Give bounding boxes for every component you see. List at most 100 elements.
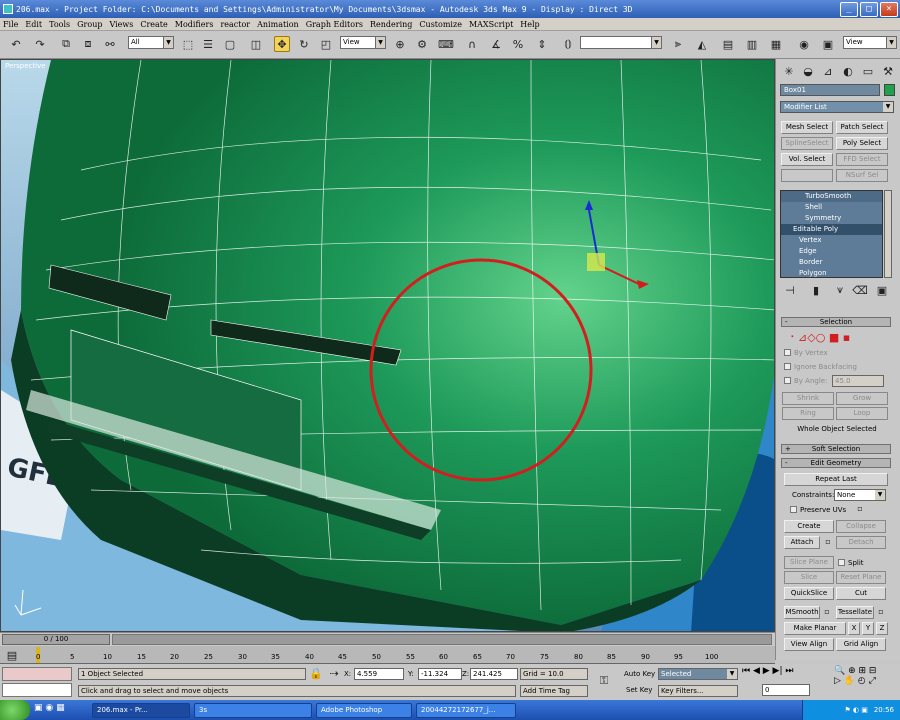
stack-item-symmetry[interactable]: Symmetry bbox=[781, 213, 882, 224]
grid-align-button[interactable]: Grid Align bbox=[836, 638, 886, 651]
menu-customize[interactable]: Customize bbox=[419, 20, 462, 29]
absolute-transform-icon[interactable]: ⇢ bbox=[326, 665, 342, 681]
stack-item-border[interactable]: Border bbox=[781, 257, 882, 268]
maxscript-output-mini[interactable] bbox=[2, 683, 72, 697]
menu-edit[interactable]: Edit bbox=[25, 20, 42, 29]
menu-animation[interactable]: Animation bbox=[257, 20, 299, 29]
stack-item-turbosmooth[interactable]: TurboSmooth bbox=[781, 191, 882, 202]
edit-geometry-rollout[interactable]: - Edit Geometry bbox=[781, 458, 891, 468]
utilities-tab-icon[interactable]: ⚒ bbox=[880, 63, 896, 79]
modifier-list-dropdown[interactable]: Modifier List ▼ bbox=[780, 101, 894, 113]
stack-item-shell[interactable]: Shell bbox=[781, 202, 882, 213]
layer-manager-icon[interactable]: ▤ bbox=[720, 36, 736, 52]
empty-modifier-button[interactable] bbox=[781, 169, 833, 182]
render-scene-icon[interactable]: ▣ bbox=[820, 36, 836, 52]
select-and-rotate-icon[interactable]: ↻ bbox=[296, 36, 312, 52]
z-coordinate-field[interactable]: 241.425 bbox=[470, 668, 518, 680]
schematic-view-icon[interactable]: ▦ bbox=[768, 36, 784, 52]
menu-file[interactable]: File bbox=[3, 20, 18, 29]
poly-select-button[interactable]: Poly Select bbox=[836, 137, 888, 150]
msmooth-button[interactable]: MSmooth bbox=[784, 606, 820, 619]
snaps-toggle-icon[interactable]: ∩ bbox=[464, 36, 480, 52]
slice-button[interactable]: Slice bbox=[784, 571, 834, 584]
remove-modifier-icon[interactable]: ⌫ bbox=[852, 282, 868, 298]
stack-item-edge[interactable]: Edge bbox=[781, 246, 882, 257]
create-tab-icon[interactable]: ✳ bbox=[781, 63, 797, 79]
stack-item-polygon[interactable]: Polygon bbox=[781, 268, 882, 277]
pivot-center-icon[interactable]: ⊕ bbox=[392, 36, 408, 52]
tessellate-settings-icon[interactable]: ▫ bbox=[875, 605, 887, 617]
window-crossing-icon[interactable]: ◫ bbox=[248, 36, 264, 52]
curve-editor-icon[interactable]: ▥ bbox=[744, 36, 760, 52]
ffd-select-button[interactable]: FFD Select bbox=[836, 153, 888, 166]
hierarchy-tab-icon[interactable]: ⊿ bbox=[820, 63, 836, 79]
shrink-button[interactable]: Shrink bbox=[782, 392, 834, 405]
named-selection-sets-dropdown[interactable]: ▼ bbox=[580, 36, 662, 49]
preserve-uvs-checkbox[interactable]: Preserve UVs bbox=[790, 506, 846, 514]
select-and-move-icon[interactable]: ✥ bbox=[274, 36, 290, 52]
nsurf-sel-button[interactable]: NSurf Sel bbox=[836, 169, 888, 182]
set-key-mode-icon[interactable]: ⚿ bbox=[594, 673, 614, 689]
select-and-scale-icon[interactable]: ◰ bbox=[318, 36, 334, 52]
pin-stack-icon[interactable]: ⊣ bbox=[782, 282, 798, 298]
repeat-last-button[interactable]: Repeat Last bbox=[784, 473, 888, 486]
task-image[interactable]: 20044272172677_j... bbox=[416, 702, 516, 718]
x-coordinate-field[interactable]: 4.559 bbox=[354, 668, 404, 680]
start-button[interactable] bbox=[0, 700, 30, 720]
close-button[interactable]: × bbox=[880, 1, 898, 17]
slice-plane-button[interactable]: Slice Plane bbox=[784, 556, 834, 569]
menu-create[interactable]: Create bbox=[140, 20, 167, 29]
menu-views[interactable]: Views bbox=[109, 20, 133, 29]
make-unique-icon[interactable]: ⩛ bbox=[832, 282, 848, 298]
set-key-button[interactable]: Set Key bbox=[626, 686, 652, 694]
task-photoshop[interactable]: Adobe Photoshop bbox=[316, 702, 412, 718]
view-align-button[interactable]: View Align bbox=[784, 638, 834, 651]
redo-icon[interactable]: ↷ bbox=[32, 36, 48, 52]
planar-x-button[interactable]: X bbox=[848, 622, 860, 635]
rectangular-selection-icon[interactable]: ▢ bbox=[222, 36, 238, 52]
spinner-snap-icon[interactable]: ⇕ bbox=[534, 36, 550, 52]
angle-spinner[interactable]: 45.0 bbox=[832, 375, 884, 387]
show-end-result-icon[interactable]: ▮ bbox=[808, 282, 824, 298]
by-angle-checkbox[interactable]: By Angle: bbox=[784, 377, 827, 385]
mirror-icon[interactable]: ⫸ bbox=[670, 36, 686, 52]
constraints-dropdown[interactable]: None ▼ bbox=[834, 489, 886, 501]
menu-modifiers[interactable]: Modifiers bbox=[175, 20, 214, 29]
time-slider[interactable]: 0 / 100 bbox=[2, 634, 110, 645]
tray-icons[interactable]: ⚑ ◐ ▣ bbox=[844, 706, 867, 714]
spline-select-button[interactable]: SplineSelect bbox=[781, 137, 833, 150]
attach-button[interactable]: Attach bbox=[784, 536, 820, 549]
render-type-dropdown[interactable]: View ▼ bbox=[843, 36, 897, 49]
stack-item-editable-poly[interactable]: Editable Poly bbox=[781, 224, 882, 235]
unlink-icon[interactable]: ⧈ bbox=[80, 36, 96, 52]
subobject-level-icons[interactable]: ⠂⊿◇○ ■ ▪ bbox=[790, 331, 850, 344]
keyboard-shortcut-override-icon[interactable]: ⌨ bbox=[438, 36, 454, 52]
reset-plane-button[interactable]: Reset Plane bbox=[836, 571, 886, 584]
modifier-stack[interactable]: TurboSmooth Shell Symmetry Editable Poly… bbox=[780, 190, 883, 278]
tessellate-button[interactable]: Tessellate bbox=[836, 606, 874, 619]
split-checkbox[interactable]: Split bbox=[838, 559, 864, 567]
create-button[interactable]: Create bbox=[784, 520, 834, 533]
grow-button[interactable]: Grow bbox=[836, 392, 888, 405]
soft-selection-rollout[interactable]: + Soft Selection bbox=[781, 444, 891, 454]
menu-reactor[interactable]: reactor bbox=[220, 20, 250, 29]
y-coordinate-field[interactable]: -11.324 bbox=[418, 668, 462, 680]
object-color-swatch[interactable] bbox=[884, 84, 895, 96]
selection-filter-dropdown[interactable]: All ▼ bbox=[128, 36, 174, 49]
reference-coordinate-dropdown[interactable]: View ▼ bbox=[340, 36, 386, 49]
add-time-tag-button[interactable]: Add Time Tag bbox=[520, 685, 588, 697]
menu-help[interactable]: Help bbox=[520, 20, 539, 29]
percent-snap-icon[interactable]: % bbox=[510, 36, 526, 52]
time-slider-track[interactable] bbox=[112, 634, 772, 645]
planar-y-button[interactable]: Y bbox=[862, 622, 874, 635]
patch-select-button[interactable]: Patch Select bbox=[836, 121, 888, 134]
menu-group[interactable]: Group bbox=[77, 20, 102, 29]
key-mode-dropdown[interactable]: Selected ▼ bbox=[658, 668, 738, 680]
mesh-select-button[interactable]: Mesh Select bbox=[781, 121, 833, 134]
attach-settings-icon[interactable]: ▫ bbox=[822, 535, 834, 547]
menu-maxscript[interactable]: MAXScript bbox=[469, 20, 513, 29]
task-folder-3s[interactable]: 3s bbox=[194, 702, 312, 718]
viewport-label[interactable]: Perspective bbox=[5, 62, 46, 70]
menu-graph-editors[interactable]: Graph Editors bbox=[306, 20, 363, 29]
align-icon[interactable]: ◭ bbox=[694, 36, 710, 52]
